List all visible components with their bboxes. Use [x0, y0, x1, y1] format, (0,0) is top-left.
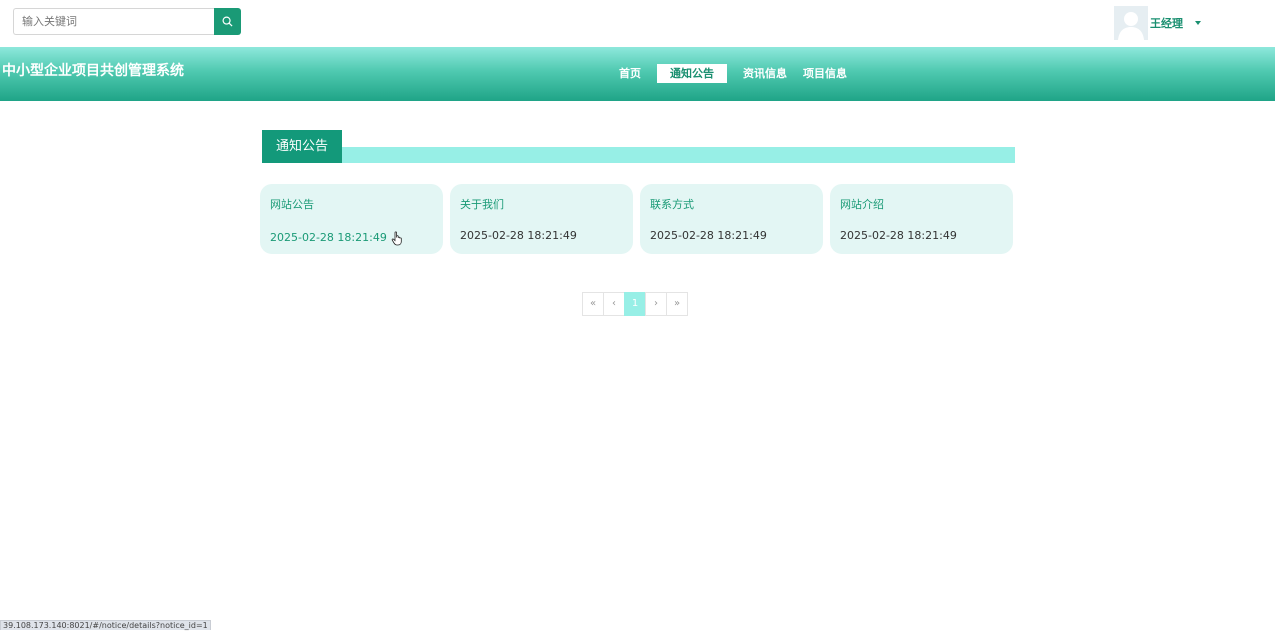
notice-date: 2025-02-28 18:21:49: [650, 229, 767, 242]
nav-item-projects[interactable]: 项目信息: [795, 64, 855, 83]
user-avatar-icon[interactable]: [1114, 6, 1148, 40]
first-page-button[interactable]: «: [582, 292, 604, 316]
notice-title[interactable]: 联系方式: [650, 196, 813, 212]
notice-list: 网站公告 2025-02-28 18:21:49 关于我们 2025-02-28…: [260, 184, 1020, 254]
notice-date: 2025-02-28 18:21:49: [270, 231, 387, 244]
notice-card[interactable]: 网站介绍 2025-02-28 18:21:49: [830, 184, 1013, 254]
next-page-button[interactable]: ›: [645, 292, 667, 316]
notice-date-row: 2025-02-28 18:21:49: [270, 229, 433, 246]
hand-cursor-icon: [391, 231, 402, 246]
section-header: 通知公告: [262, 130, 1015, 164]
notice-card[interactable]: 联系方式 2025-02-28 18:21:49: [640, 184, 823, 254]
search-input[interactable]: [13, 8, 214, 35]
section-divider: [262, 147, 1015, 163]
notice-card[interactable]: 关于我们 2025-02-28 18:21:49: [450, 184, 633, 254]
site-header: 中小型企业项目共创管理系统 首页 通知公告 资讯信息 项目信息: [0, 47, 1275, 101]
nav-item-notices[interactable]: 通知公告: [657, 64, 727, 83]
notice-date: 2025-02-28 18:21:49: [460, 229, 577, 242]
nav-item-home[interactable]: 首页: [611, 64, 649, 83]
site-title: 中小型企业项目共创管理系统: [2, 63, 184, 79]
nav-item-news[interactable]: 资讯信息: [735, 64, 795, 83]
notice-title[interactable]: 网站介绍: [840, 196, 1003, 212]
main-nav: 首页 通知公告 资讯信息 项目信息: [611, 64, 855, 83]
status-bar-url: 39.108.173.140:8021/#/notice/details?not…: [0, 620, 211, 630]
caret-down-icon[interactable]: [1195, 21, 1201, 25]
search-button[interactable]: [214, 8, 241, 35]
page-number-current[interactable]: 1: [624, 292, 646, 316]
section-title: 通知公告: [262, 130, 342, 163]
search-box: [13, 8, 241, 35]
user-menu[interactable]: 王经理: [1114, 6, 1201, 40]
user-name[interactable]: 王经理: [1150, 15, 1183, 31]
prev-page-button[interactable]: ‹: [603, 292, 625, 316]
search-icon: [222, 16, 233, 27]
notice-card[interactable]: 网站公告 2025-02-28 18:21:49: [260, 184, 443, 254]
notice-title[interactable]: 网站公告: [270, 196, 433, 212]
last-page-button[interactable]: »: [666, 292, 688, 316]
notice-title[interactable]: 关于我们: [460, 196, 623, 212]
top-bar: 王经理: [0, 0, 1275, 47]
pagination: « ‹ 1 › »: [582, 292, 688, 316]
notice-date: 2025-02-28 18:21:49: [840, 229, 957, 242]
